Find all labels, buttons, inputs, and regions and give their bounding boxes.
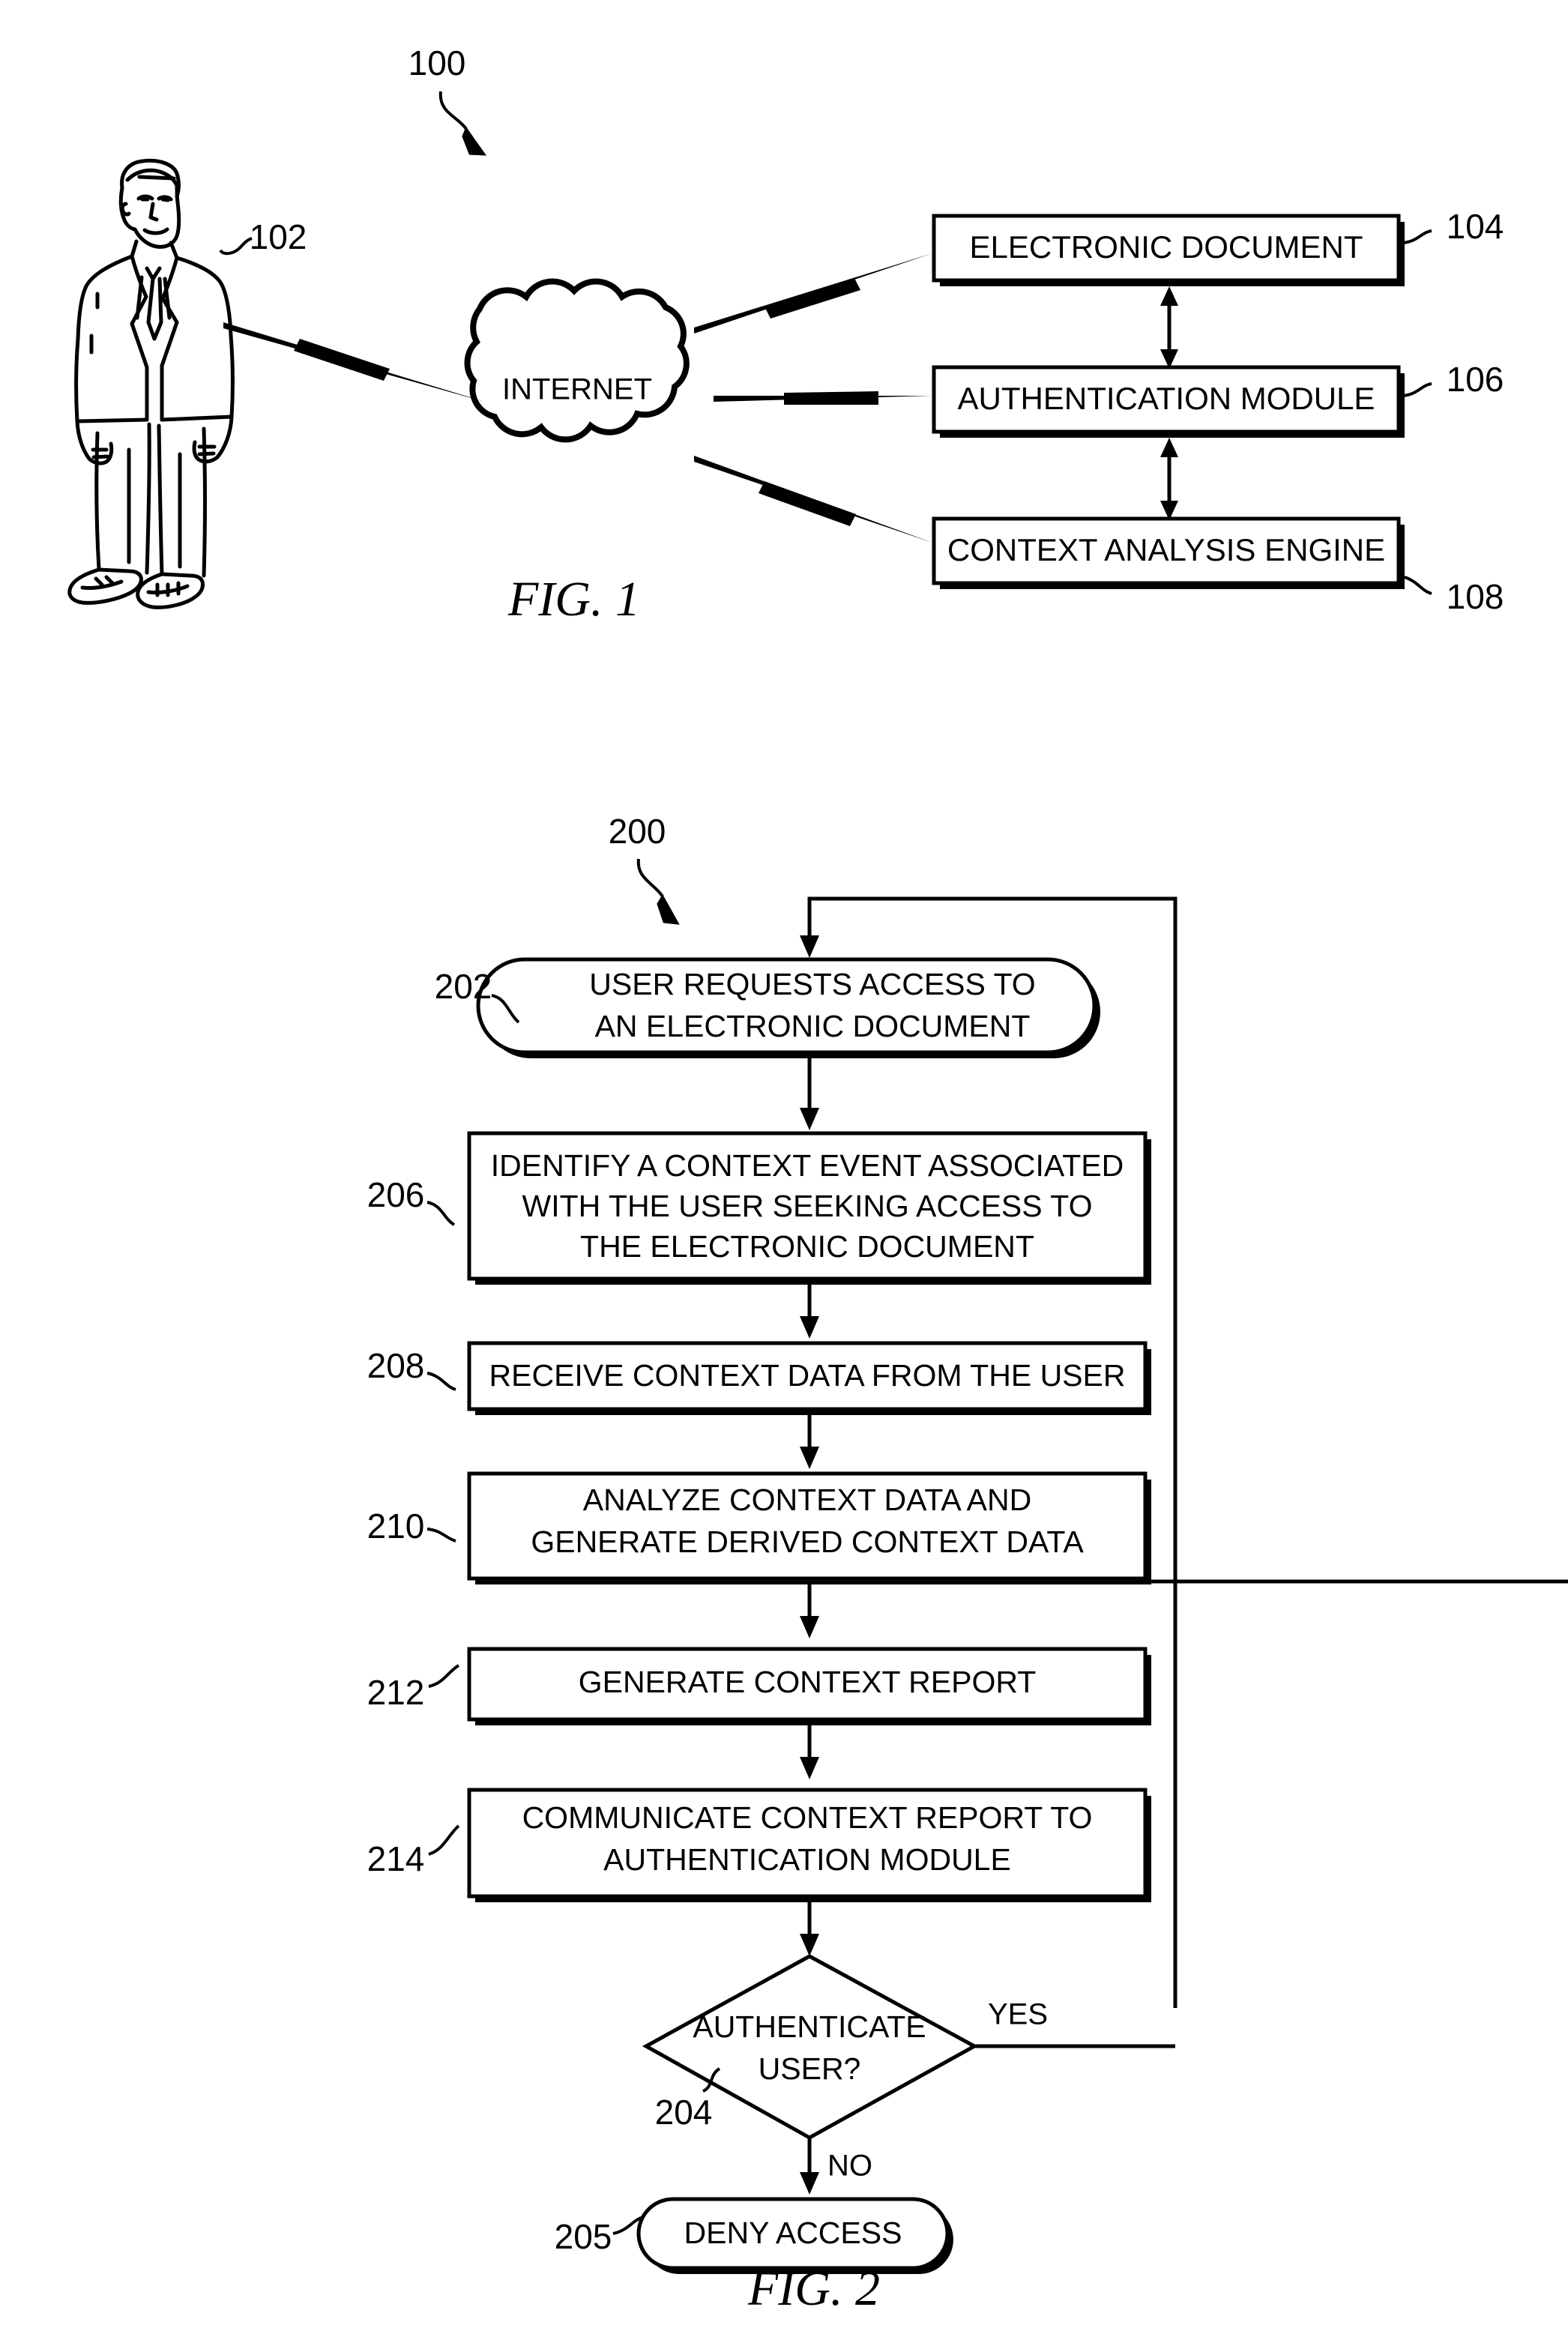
step-214-line-1: COMMUNICATE CONTEXT REPORT TO	[522, 1800, 1093, 1835]
ref-number-210: 210	[367, 1507, 425, 1546]
ref-number-108: 108	[1447, 577, 1504, 616]
internet-cloud: INTERNET	[464, 278, 690, 443]
step-206-line-3: THE ELECTRONIC DOCUMENT	[580, 1229, 1034, 1264]
ref-number-106: 106	[1447, 360, 1504, 399]
figure-2-caption: FIG. 2	[747, 2261, 880, 2316]
step-204-line-2: USER?	[759, 2051, 861, 2086]
step-205-line-1: DENY ACCESS	[684, 2216, 902, 2250]
ref-number-100: 100	[408, 43, 466, 82]
step-206-line-2: WITH THE USER SEEKING ACCESS TO	[522, 1189, 1093, 1223]
ref-number-200: 200	[609, 812, 666, 851]
ref-number-205: 205	[555, 2217, 612, 2256]
ref-number-202: 202	[435, 967, 492, 1006]
patent-drawing-sheet: 100 102 INTERNET ELECTRONIC DOCUMENT 104…	[0, 0, 1568, 2328]
step-214-line-2: AUTHENTICATION MODULE	[603, 1842, 1011, 1877]
box-106-label: AUTHENTICATION MODULE	[958, 381, 1375, 416]
ref-number-104: 104	[1447, 207, 1504, 246]
step-202-line-2: AN ELECTRONIC DOCUMENT	[595, 1009, 1031, 1043]
step-204-line-1: AUTHENTICATE	[693, 2009, 926, 2044]
box-authentication-module: AUTHENTICATION MODULE	[932, 365, 1405, 438]
figure-1-caption: FIG. 1	[507, 572, 640, 627]
step-206-line-1: IDENTIFY A CONTEXT EVENT ASSOCIATED	[491, 1148, 1124, 1183]
flow-step-210: ANALYZE CONTEXT DATA AND GENERATE DERIVE…	[467, 1471, 1151, 1584]
branch-label-yes: YES	[988, 1998, 1048, 2031]
ref-number-204: 204	[655, 2093, 713, 2132]
flow-step-212: GENERATE CONTEXT REPORT	[467, 1647, 1151, 1725]
flow-step-206: IDENTIFY A CONTEXT EVENT ASSOCIATED WITH…	[467, 1131, 1151, 1285]
cloud-label-internet: INTERNET	[502, 373, 652, 406]
box-electronic-document: ELECTRONIC DOCUMENT	[932, 214, 1405, 286]
flow-step-202: USER REQUESTS ACCESS TO AN ELECTRONIC DO…	[476, 957, 1100, 1058]
box-context-analysis-engine: CONTEXT ANALYSIS ENGINE	[932, 516, 1405, 589]
step-202-line-1: USER REQUESTS ACCESS TO	[589, 967, 1035, 1001]
box-108-label: CONTEXT ANALYSIS ENGINE	[947, 532, 1385, 567]
flow-step-214: COMMUNICATE CONTEXT REPORT TO AUTHENTICA…	[467, 1788, 1151, 1902]
step-208-line-1: RECEIVE CONTEXT DATA FROM THE USER	[489, 1358, 1126, 1393]
step-212-line-1: GENERATE CONTEXT REPORT	[579, 1665, 1037, 1699]
link-cloud-to-auth-arrowhead	[784, 391, 878, 405]
box-104-label: ELECTRONIC DOCUMENT	[969, 229, 1363, 265]
ref-number-214: 214	[367, 1839, 425, 1878]
ref-number-212: 212	[367, 1673, 425, 1712]
step-210-line-2: GENERATE DERIVED CONTEXT DATA	[531, 1525, 1084, 1559]
ref-number-102: 102	[250, 217, 307, 256]
step-210-line-1: ANALYZE CONTEXT DATA AND	[583, 1483, 1031, 1517]
branch-label-no: NO	[827, 2150, 872, 2183]
flow-step-208: RECEIVE CONTEXT DATA FROM THE USER	[467, 1341, 1151, 1415]
ref-number-208: 208	[367, 1346, 425, 1385]
ref-number-206: 206	[367, 1175, 425, 1214]
